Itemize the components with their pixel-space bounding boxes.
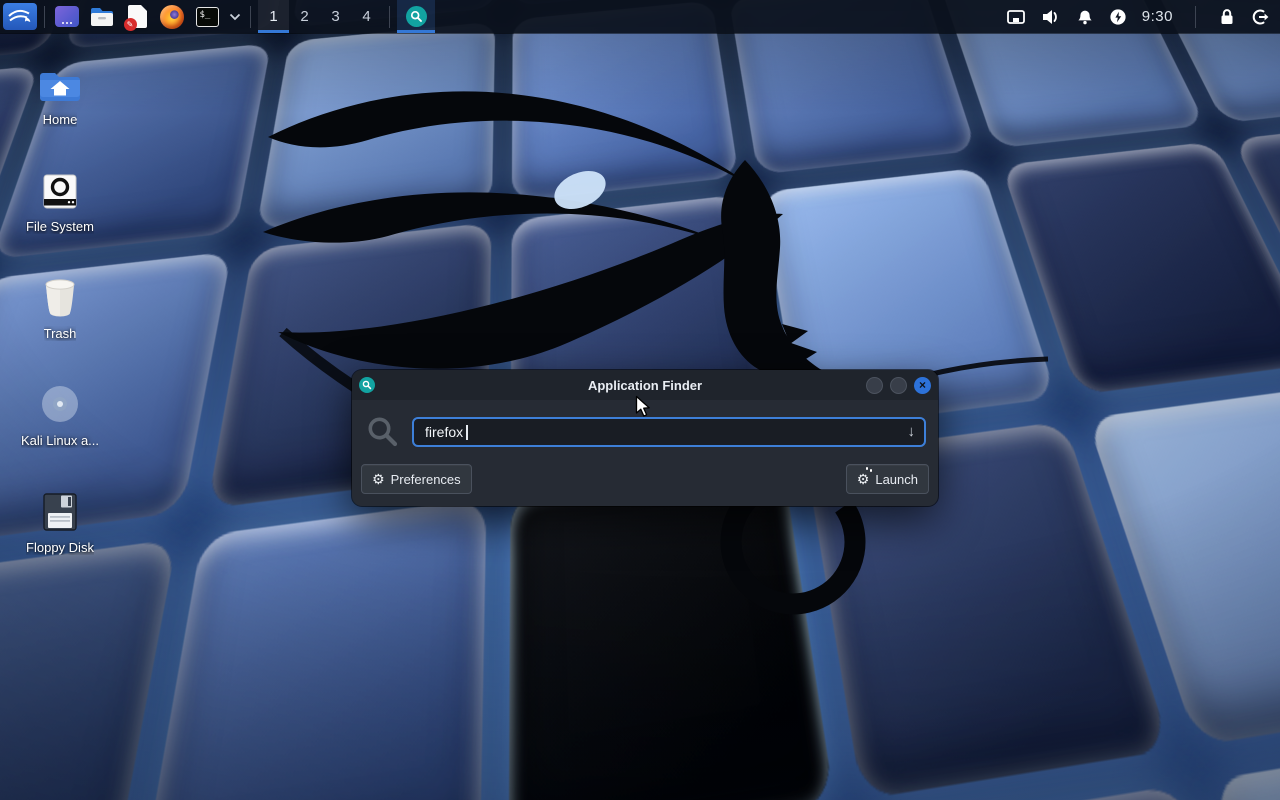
desktop-icon-floppy[interactable]: Floppy Disk: [8, 480, 112, 587]
launch-button[interactable]: ⚙ Launch: [846, 464, 929, 494]
power-manager-icon[interactable]: [1109, 8, 1127, 26]
home-folder-icon: [37, 68, 83, 104]
desktop-icon-label: Kali Linux a...: [21, 433, 99, 448]
maximize-button[interactable]: [890, 377, 907, 394]
launcher-terminal[interactable]: $_: [194, 4, 220, 30]
optical-disc-icon: [39, 383, 81, 425]
file-system-drive-icon: [41, 173, 79, 211]
launcher-dropdown-chevron-icon[interactable]: [229, 13, 241, 21]
applications-menu-button[interactable]: [3, 3, 37, 30]
run-gear-icon: ⚙: [857, 472, 870, 486]
app-finder-search-icon: [406, 6, 427, 27]
firefox-icon: [160, 5, 184, 29]
search-input[interactable]: firefox ↓: [412, 417, 926, 447]
dropdown-arrow-icon[interactable]: ↓: [908, 423, 916, 440]
launcher-text-editor[interactable]: ✎: [124, 4, 150, 30]
clock[interactable]: 9:30: [1142, 8, 1173, 25]
volume-icon[interactable]: [1041, 8, 1061, 26]
panel-separator: [44, 6, 45, 28]
workspace-4[interactable]: 4: [351, 0, 382, 33]
workspace-3[interactable]: 3: [320, 0, 351, 33]
notifications-bell-icon[interactable]: [1076, 8, 1094, 26]
trash-icon: [41, 276, 79, 318]
desktop-icon-label: Trash: [44, 326, 77, 341]
preferences-button[interactable]: ⚙ Preferences: [361, 464, 472, 494]
preferences-button-label: Preferences: [391, 472, 461, 487]
desktop-icon-home[interactable]: Home: [8, 52, 112, 159]
text-editor-icon: ✎: [128, 5, 147, 28]
panel-launchers: ✎ $_: [52, 4, 243, 30]
terminal-icon: $_: [196, 7, 219, 27]
desktop-icon-label: File System: [26, 219, 94, 234]
workspace-switcher: 1 2 3 4: [258, 0, 382, 33]
lock-screen-icon[interactable]: [1218, 8, 1236, 26]
wallpaper-cube: [1209, 732, 1280, 800]
kali-dragon-logo: [248, 42, 1058, 622]
kali-logo-icon: [8, 8, 32, 26]
launcher-window-app[interactable]: [54, 4, 80, 30]
floppy-disk-icon: [41, 492, 79, 532]
launcher-firefox[interactable]: [159, 4, 185, 30]
taskbar-application-finder[interactable]: [397, 0, 435, 33]
desktop-icon-kali-cd[interactable]: Kali Linux a...: [8, 373, 112, 480]
panel-separator: [1195, 6, 1196, 28]
panel-separator: [389, 6, 390, 28]
search-input-value: firefox: [425, 424, 463, 440]
launcher-file-manager[interactable]: [89, 4, 115, 30]
dialog-footer: ⚙ Preferences ⚙ Launch: [352, 459, 938, 506]
desktop-icon-list: Home File System Trash: [8, 52, 112, 587]
window-app-icon: [55, 6, 79, 27]
window-title: Application Finder: [412, 378, 878, 393]
workspace-1[interactable]: 1: [258, 0, 289, 33]
close-button[interactable]: ×: [914, 377, 931, 394]
desktop-icon-file-system[interactable]: File System: [8, 159, 112, 266]
top-panel: ✎ $_ 1 2 3 4: [0, 0, 1280, 33]
logout-icon[interactable]: [1251, 8, 1270, 26]
workspace-2[interactable]: 2: [289, 0, 320, 33]
network-icon[interactable]: [1006, 9, 1026, 25]
desktop-icon-trash[interactable]: Trash: [8, 266, 112, 373]
gear-icon: ⚙: [372, 472, 385, 486]
window-app-finder-icon: [359, 377, 375, 393]
application-finder-window: Application Finder × firefox ↓ ⚙ Prefere…: [352, 370, 938, 506]
panel-separator: [250, 6, 251, 28]
search-icon: [366, 415, 400, 449]
desktop-icon-label: Floppy Disk: [26, 540, 94, 555]
text-caret: [466, 425, 468, 440]
mouse-cursor: [635, 395, 652, 418]
desktop-icon-label: Home: [43, 112, 78, 127]
file-manager-icon: [89, 6, 115, 28]
system-tray: 9:30: [1006, 6, 1280, 28]
launch-button-label: Launch: [875, 472, 918, 487]
